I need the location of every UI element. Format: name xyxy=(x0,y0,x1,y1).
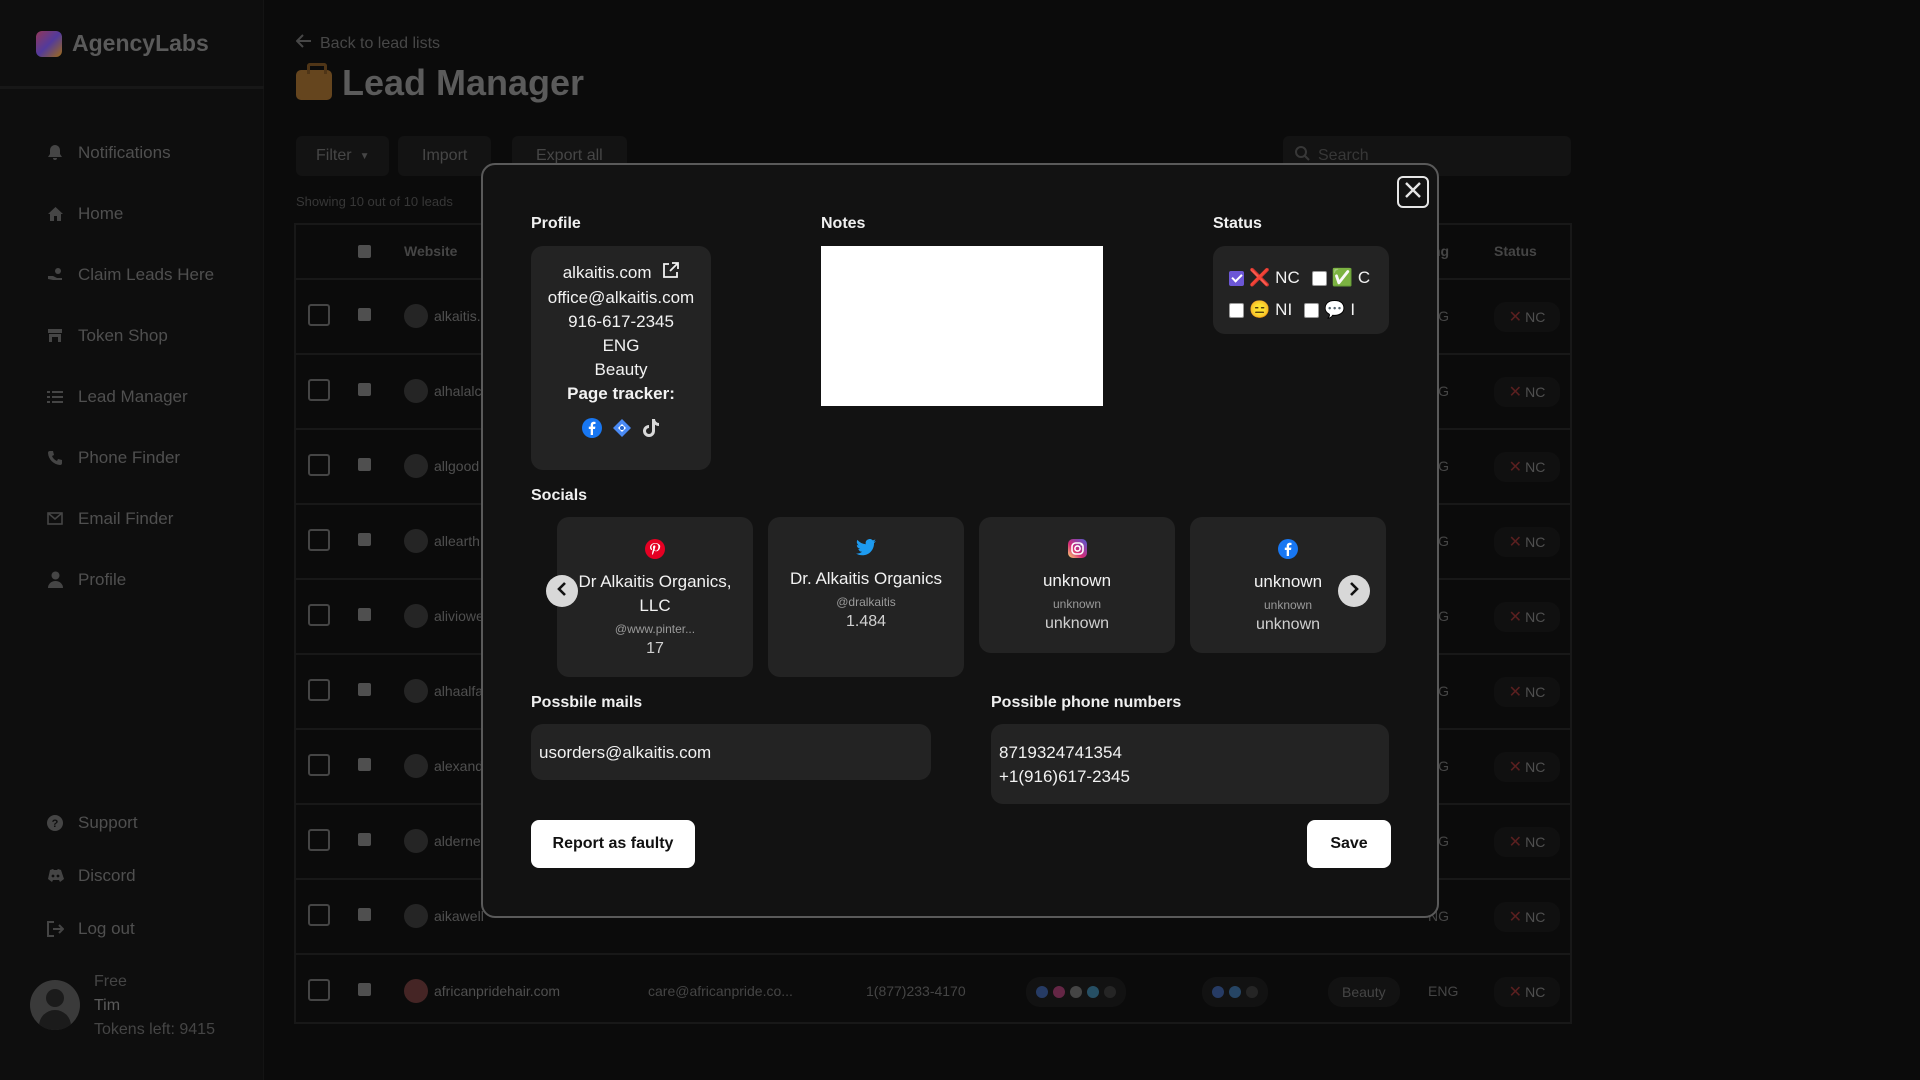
status-title: Status xyxy=(1213,215,1262,232)
speech-bubble-icon: 💬 xyxy=(1324,300,1346,319)
social-count: 17 xyxy=(646,640,664,657)
status-checkbox[interactable] xyxy=(1229,302,1244,318)
status-row: ❌ NC ✅ C xyxy=(1229,262,1389,294)
status-checkbox[interactable] xyxy=(1304,302,1320,318)
profile-card: alkaitis.com office@alkaitis.com 916-617… xyxy=(531,246,711,470)
expressionless-face-icon: 😑 xyxy=(1249,300,1271,319)
profile-language: ENG xyxy=(602,335,640,355)
social-count: unknown xyxy=(1044,615,1110,632)
lead-detail-modal: Profile alkaitis.com office@alkaitis.com… xyxy=(481,163,1439,918)
profile-title: Profile xyxy=(531,215,581,232)
profile-email: office@alkaitis.com xyxy=(547,287,695,307)
socials-title: Socials xyxy=(531,487,588,504)
profile-category: Beauty xyxy=(594,359,648,379)
social-handle: unknown xyxy=(1052,597,1102,611)
notes-title: Notes xyxy=(821,215,866,232)
status-checkbox[interactable] xyxy=(1311,270,1327,286)
status-option-label: I xyxy=(1350,300,1356,319)
social-name: Dr Alkaitis Organics, LLC xyxy=(578,572,732,615)
status-row: 😑 NI 💬 I xyxy=(1229,294,1389,326)
social-card-twitter[interactable]: Dr. Alkaitis Organics @dralkaitis 1.484 xyxy=(768,517,964,677)
possible-phone: +1(916)617-2345 xyxy=(999,767,1130,786)
possible-mails-field[interactable]: usorders@alkaitis.com xyxy=(531,724,931,780)
carousel-next-button[interactable] xyxy=(1338,575,1370,607)
app-root: AgencyLabs Notifications Home Claim Lead… xyxy=(0,0,1920,1080)
profile-website[interactable]: alkaitis.com xyxy=(531,261,711,286)
facebook-icon xyxy=(1278,539,1298,563)
possible-phones-title: Possible phone numbers xyxy=(991,694,1182,711)
report-faulty-button[interactable]: Report as faulty xyxy=(531,820,695,868)
facebook-icon xyxy=(582,417,602,443)
status-option-ni[interactable]: 😑 NI xyxy=(1229,300,1292,320)
status-option-c[interactable]: ✅ C xyxy=(1311,268,1371,288)
carousel-prev-button[interactable] xyxy=(546,575,578,607)
social-handle: @dralkaitis xyxy=(836,595,896,609)
profile-website-text: alkaitis.com xyxy=(562,263,652,282)
profile-phone: 916-617-2345 xyxy=(568,311,674,331)
social-card-pinterest[interactable]: Dr Alkaitis Organics, LLC @www.pinter...… xyxy=(557,517,753,677)
tiktok-icon xyxy=(642,418,660,443)
social-card-instagram[interactable]: unknown unknown unknown xyxy=(979,517,1175,653)
page-tracker-label: Page tracker: xyxy=(567,383,675,403)
google-tag-icon xyxy=(612,418,632,443)
pinterest-icon xyxy=(645,539,665,563)
status-option-nc[interactable]: ❌ NC xyxy=(1229,268,1300,288)
social-count: 1.484 xyxy=(845,613,887,630)
chevron-right-icon xyxy=(1348,581,1360,601)
possible-mails-title: Possbile mails xyxy=(531,694,643,711)
close-button[interactable] xyxy=(1397,176,1429,208)
social-count: unknown xyxy=(1255,616,1321,633)
social-name: unknown xyxy=(1042,571,1112,590)
possible-phone: 8719324741354 xyxy=(999,743,1122,762)
social-handle: @www.pinter... xyxy=(614,622,696,636)
status-option-i[interactable]: 💬 I xyxy=(1304,300,1355,320)
social-name: Dr. Alkaitis Organics xyxy=(789,569,943,588)
chevron-left-icon xyxy=(556,581,568,601)
instagram-icon xyxy=(1067,539,1087,562)
cross-mark-icon: ❌ xyxy=(1249,268,1271,287)
status-card: ❌ NC ✅ C 😑 NI 💬 I xyxy=(1213,246,1389,334)
status-checkbox[interactable] xyxy=(1229,270,1244,286)
external-link-icon[interactable] xyxy=(662,261,680,286)
status-option-label: NI xyxy=(1275,300,1293,319)
possible-phones-field[interactable]: 8719324741354 +1(916)617-2345 xyxy=(991,724,1389,804)
page-tracker-icons xyxy=(531,417,711,443)
notes-textarea[interactable] xyxy=(821,246,1103,406)
close-icon xyxy=(1404,181,1422,204)
twitter-icon xyxy=(856,539,876,560)
save-button[interactable]: Save xyxy=(1307,820,1391,868)
possible-mail: usorders@alkaitis.com xyxy=(539,743,712,762)
status-option-label: C xyxy=(1357,268,1371,287)
socials-carousel: Dr Alkaitis Organics, LLC @www.pinter...… xyxy=(557,517,1391,677)
check-mark-icon: ✅ xyxy=(1331,268,1353,287)
status-option-label: NC xyxy=(1275,268,1300,287)
